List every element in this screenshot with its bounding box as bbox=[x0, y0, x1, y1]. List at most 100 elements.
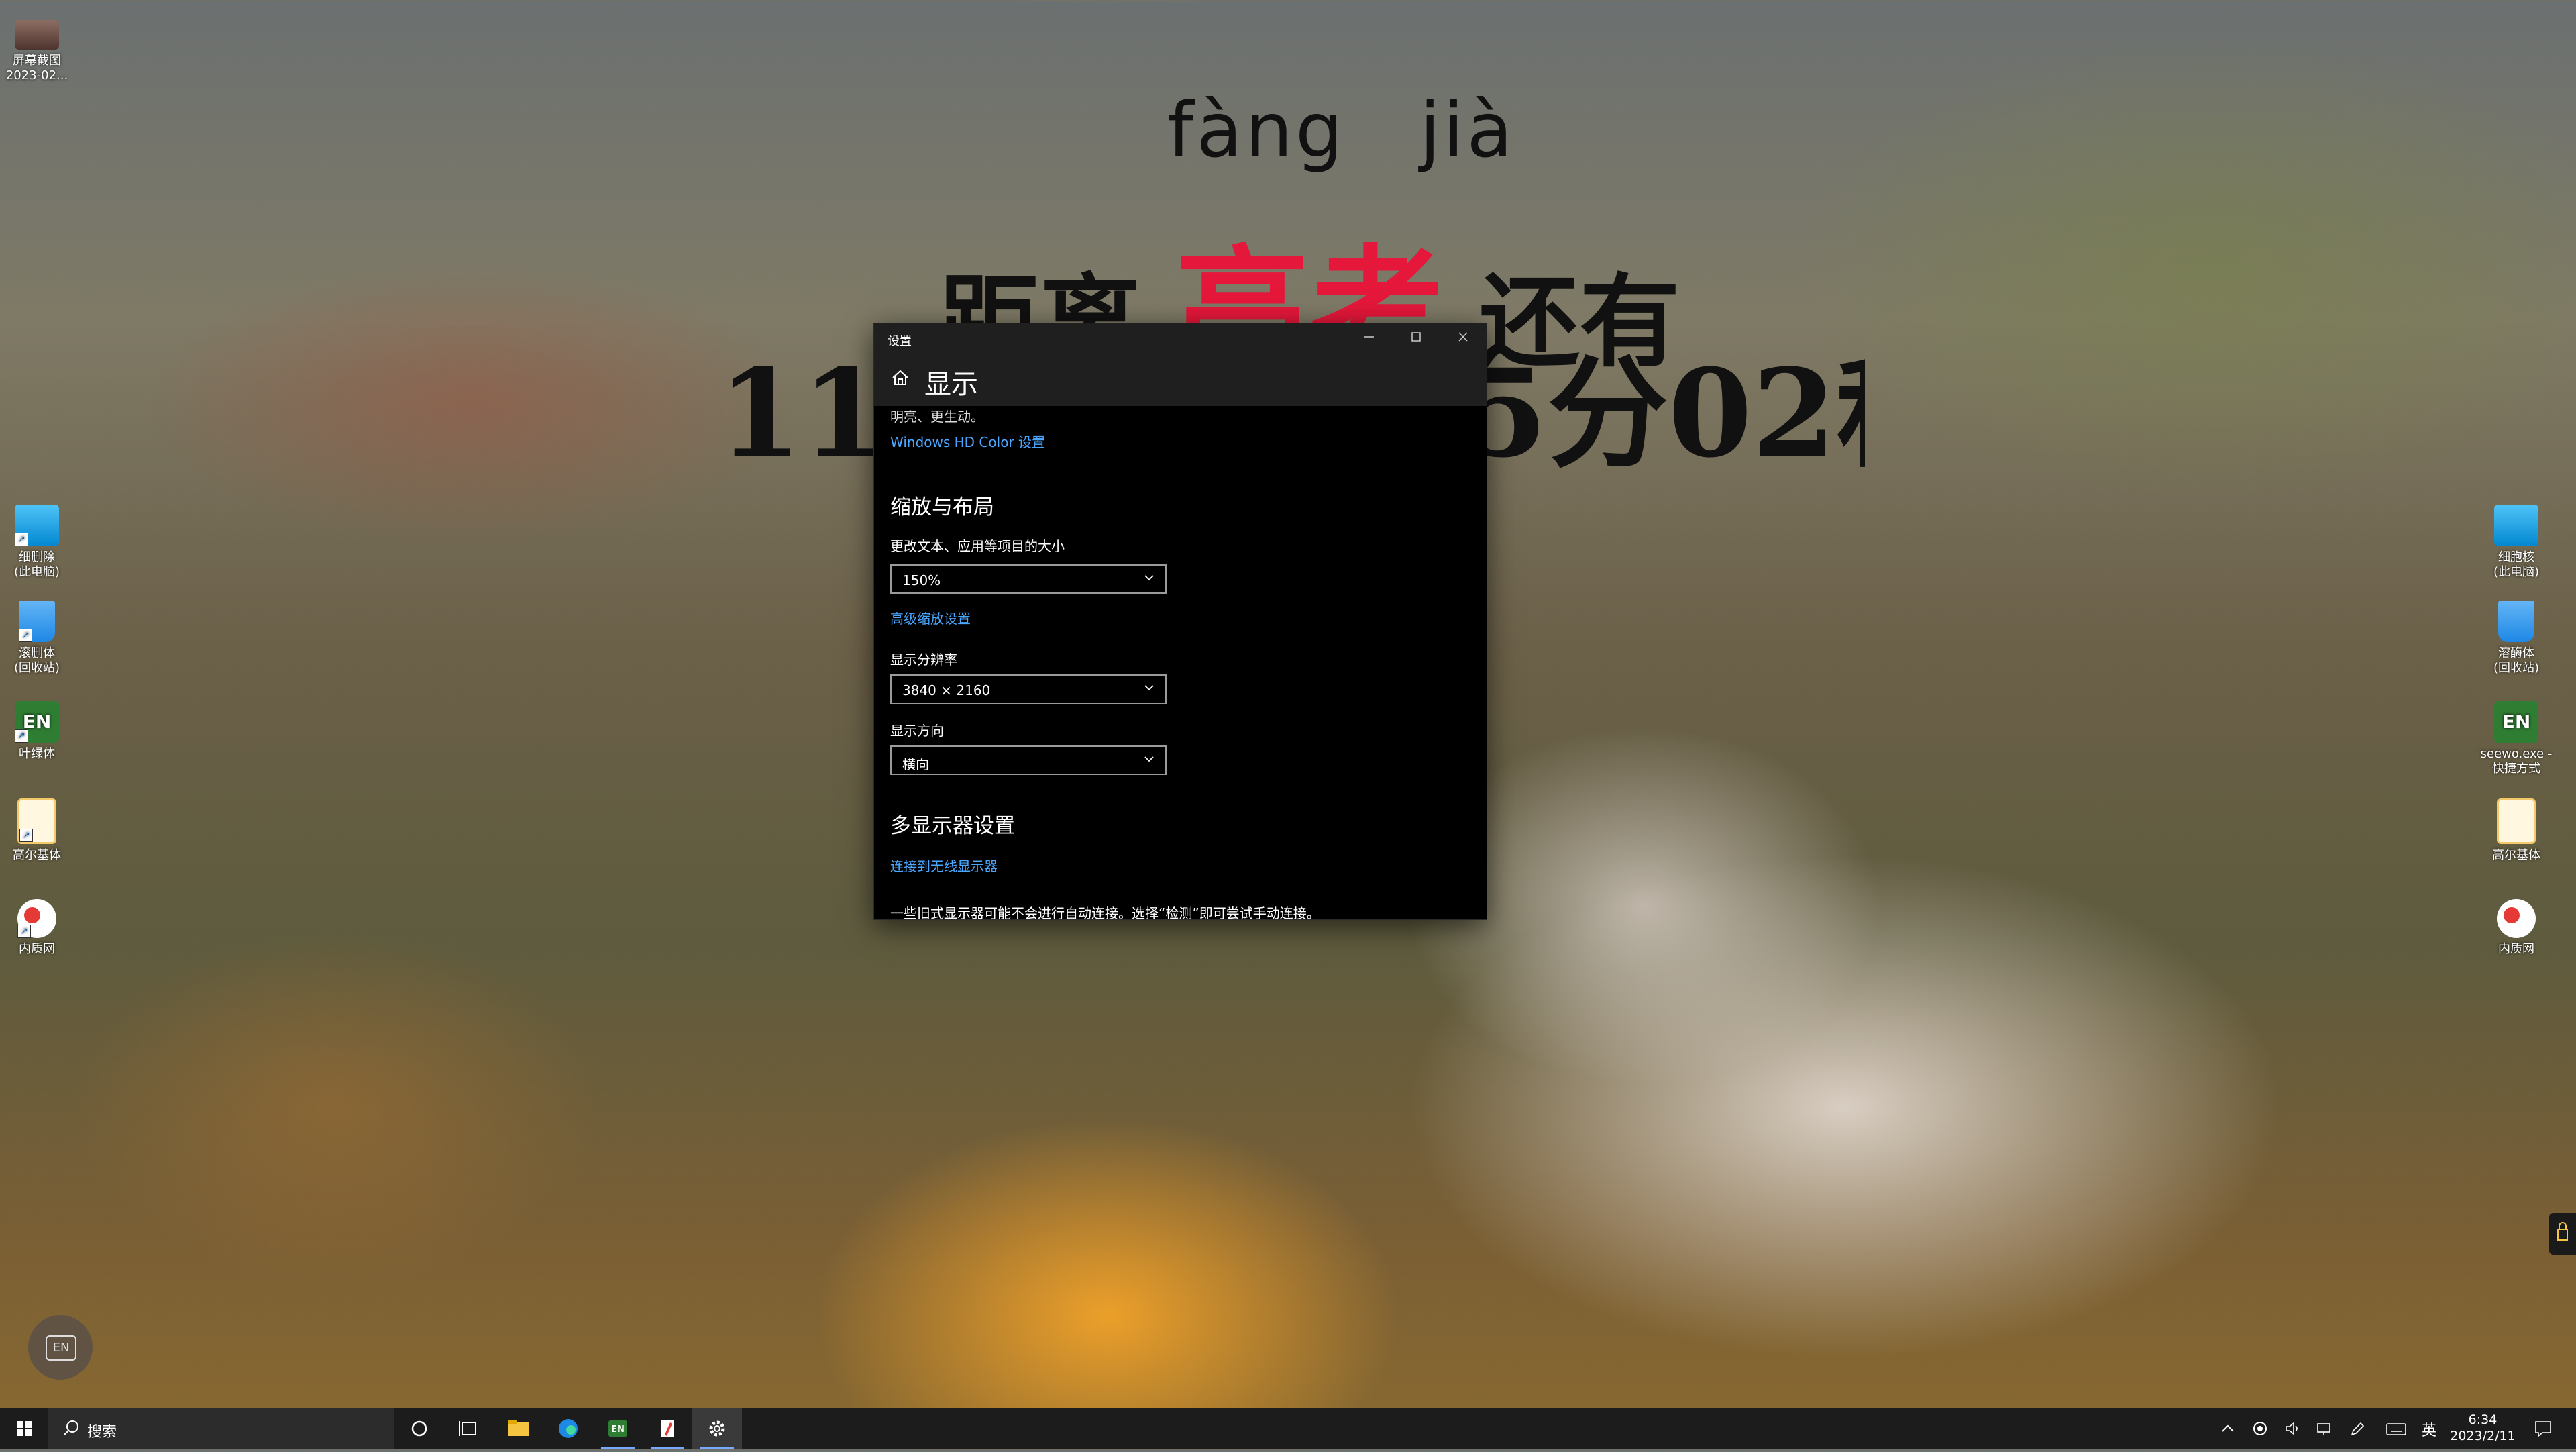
edge-button[interactable] bbox=[543, 1408, 593, 1449]
desktop-icon-recycle-bin[interactable]: ↗ 滚删体 (回收站) bbox=[0, 601, 74, 676]
windows-logo-icon bbox=[17, 1421, 32, 1436]
desktop-icon-label: 溶酶体 bbox=[2498, 646, 2534, 660]
wireless-display-link[interactable]: 连接到无线显示器 bbox=[890, 855, 998, 875]
ime-floating-ball[interactable]: EN bbox=[28, 1315, 93, 1380]
chevron-up-icon bbox=[2222, 1424, 2234, 1432]
tray-app-button[interactable] bbox=[2251, 1418, 2269, 1443]
taskbar-search-box[interactable]: 搜索 bbox=[48, 1408, 394, 1449]
desktop-icon-browser-right[interactable]: 内质网 bbox=[2479, 899, 2553, 957]
pinyin-text: fàng jià bbox=[1167, 87, 1589, 174]
monitor-icon bbox=[2494, 505, 2538, 546]
pen-button[interactable] bbox=[2348, 1418, 2365, 1443]
desktop-icon-label: 快捷方式 bbox=[2492, 762, 2540, 776]
tray-overflow-button[interactable] bbox=[2219, 1418, 2237, 1443]
edge-browser-icon bbox=[559, 1419, 578, 1438]
file-explorer-button[interactable] bbox=[494, 1408, 543, 1449]
svg-text:EN: EN bbox=[611, 1424, 625, 1435]
chevron-down-icon bbox=[1144, 756, 1154, 762]
shortcut-arrow-icon: ↗ bbox=[15, 729, 28, 743]
cortana-button[interactable] bbox=[394, 1408, 444, 1449]
settings-content[interactable]: 明亮、更生动。 Windows HD Color 设置 缩放与布局 更改文本、应… bbox=[874, 406, 1487, 919]
multi-display-hint: 一些旧式显示器可能不会进行自动连接。选择“检测”即可尝试手动连接。 bbox=[890, 905, 1320, 919]
scale-dropdown[interactable]: 150% bbox=[890, 564, 1167, 594]
start-button[interactable] bbox=[0, 1408, 48, 1449]
desktop-icon-label: 滚删体 bbox=[19, 646, 55, 660]
hdr-color-link[interactable]: Windows HD Color 设置 bbox=[890, 431, 1045, 451]
en-app-icon: EN bbox=[608, 1420, 627, 1437]
search-icon bbox=[64, 1420, 78, 1435]
desktop-icon-browser[interactable]: ↗ 内质网 bbox=[0, 899, 74, 957]
scale-value: 150% bbox=[902, 572, 941, 588]
desktop-icon-this-pc-right[interactable]: 细胞核 (此电脑) bbox=[2479, 505, 2553, 580]
en-app-taskbar-button[interactable]: EN bbox=[593, 1408, 643, 1449]
taskbar: 搜索 EN 英 6:34 2023/2/11 bbox=[0, 1408, 2576, 1449]
desktop-icon-this-pc[interactable]: ↗ 细删除 (此电脑) bbox=[0, 505, 74, 580]
resolution-label: 显示分辨率 bbox=[890, 652, 957, 668]
recycle-bin-icon bbox=[2498, 601, 2534, 642]
shortcut-arrow-icon: ↗ bbox=[17, 925, 31, 938]
shortcut-arrow-icon: ↗ bbox=[15, 533, 28, 546]
desktop-icon-en-app[interactable]: EN ↗ 叶绿体 bbox=[0, 701, 74, 762]
orientation-label: 显示方向 bbox=[890, 723, 944, 739]
shortcut-arrow-icon: ↗ bbox=[19, 629, 32, 642]
task-view-button[interactable] bbox=[444, 1408, 494, 1449]
resolution-value: 3840 × 2160 bbox=[902, 682, 991, 698]
desktop-icon-label: (回收站) bbox=[13, 661, 60, 675]
resolution-dropdown[interactable]: 3840 × 2160 bbox=[890, 674, 1167, 704]
image-file-icon bbox=[15, 20, 59, 50]
cortana-icon bbox=[411, 1420, 427, 1437]
desktop-icon-label: 2023-02... bbox=[5, 68, 68, 83]
desktop-icon-label: 细删除 bbox=[19, 550, 55, 564]
section-multi-display: 多显示器设置 bbox=[890, 814, 1015, 838]
ime-ball-label: EN bbox=[46, 1335, 76, 1361]
clock[interactable]: 6:34 2023/2/11 bbox=[2439, 1412, 2526, 1444]
orientation-value: 横向 bbox=[902, 756, 929, 772]
desktop-icon-label: 屏幕截图 bbox=[13, 54, 61, 68]
desktop-icon-label: 高尔基体 bbox=[13, 848, 61, 862]
pinyin-1: fàng bbox=[1167, 87, 1346, 174]
chevron-down-icon bbox=[1144, 685, 1154, 691]
desktop-icon-screenshot[interactable]: 屏幕截图 2023-02... bbox=[0, 20, 74, 83]
advanced-scale-link[interactable]: 高级缩放设置 bbox=[890, 608, 971, 627]
edge-panel-tab[interactable] bbox=[2549, 1213, 2576, 1255]
desktop-icon-label: (此电脑) bbox=[2493, 565, 2540, 579]
desktop-icon-label: seewo.exe - bbox=[2480, 747, 2553, 761]
close-button[interactable] bbox=[1440, 323, 1487, 356]
title-bar[interactable]: 设置 bbox=[874, 323, 1487, 356]
en-app-icon: EN ↗ bbox=[15, 701, 59, 743]
desktop-icon-seewo[interactable]: EN seewo.exe - 快捷方式 bbox=[2479, 701, 2553, 776]
desktop-icon-doc-right[interactable]: 高尔基体 bbox=[2479, 798, 2553, 863]
touch-keyboard-button[interactable] bbox=[2385, 1418, 2407, 1443]
maximize-icon bbox=[1411, 332, 1421, 342]
hdr-description: 明亮、更生动。 bbox=[890, 409, 984, 425]
page-title: 显示 bbox=[924, 369, 978, 400]
minimize-button[interactable] bbox=[1346, 323, 1393, 356]
settings-taskbar-button[interactable] bbox=[692, 1408, 742, 1449]
action-center-button[interactable] bbox=[2533, 1418, 2553, 1443]
input-language-indicator[interactable]: 英 bbox=[2422, 1418, 2436, 1440]
section-scale-layout: 缩放与布局 bbox=[890, 495, 994, 519]
pinyin-2: jià bbox=[1419, 87, 1516, 174]
lock-icon bbox=[2557, 1222, 2568, 1241]
gear-icon bbox=[709, 1420, 725, 1437]
network-icon bbox=[2317, 1423, 2330, 1435]
desktop-icon-label: 内质网 bbox=[2498, 942, 2534, 956]
maximize-button[interactable] bbox=[1393, 323, 1440, 356]
window-title: 设置 bbox=[888, 334, 912, 348]
volume-button[interactable] bbox=[2284, 1418, 2301, 1443]
page-header: 显示 bbox=[874, 356, 1487, 406]
desktop-icon-doc[interactable]: ↗ 高尔基体 bbox=[0, 798, 74, 863]
desktop-icon-label: (回收站) bbox=[2493, 661, 2540, 675]
network-button[interactable] bbox=[2316, 1418, 2333, 1443]
desktop-icon-recycle-bin-right[interactable]: 溶酶体 (回收站) bbox=[2479, 601, 2553, 676]
pen-app-icon bbox=[661, 1420, 674, 1437]
close-icon bbox=[1458, 332, 1468, 342]
desktop-icon-label: 细胞核 bbox=[2498, 550, 2534, 564]
scale-label: 更改文本、应用等项目的大小 bbox=[890, 538, 1065, 554]
pen-app-taskbar-button[interactable] bbox=[643, 1408, 692, 1449]
orientation-dropdown[interactable]: 横向 bbox=[890, 745, 1167, 775]
monitor-icon: ↗ bbox=[15, 505, 59, 546]
browser-icon bbox=[2497, 899, 2536, 938]
home-icon[interactable] bbox=[890, 368, 910, 388]
record-icon bbox=[2253, 1422, 2267, 1435]
